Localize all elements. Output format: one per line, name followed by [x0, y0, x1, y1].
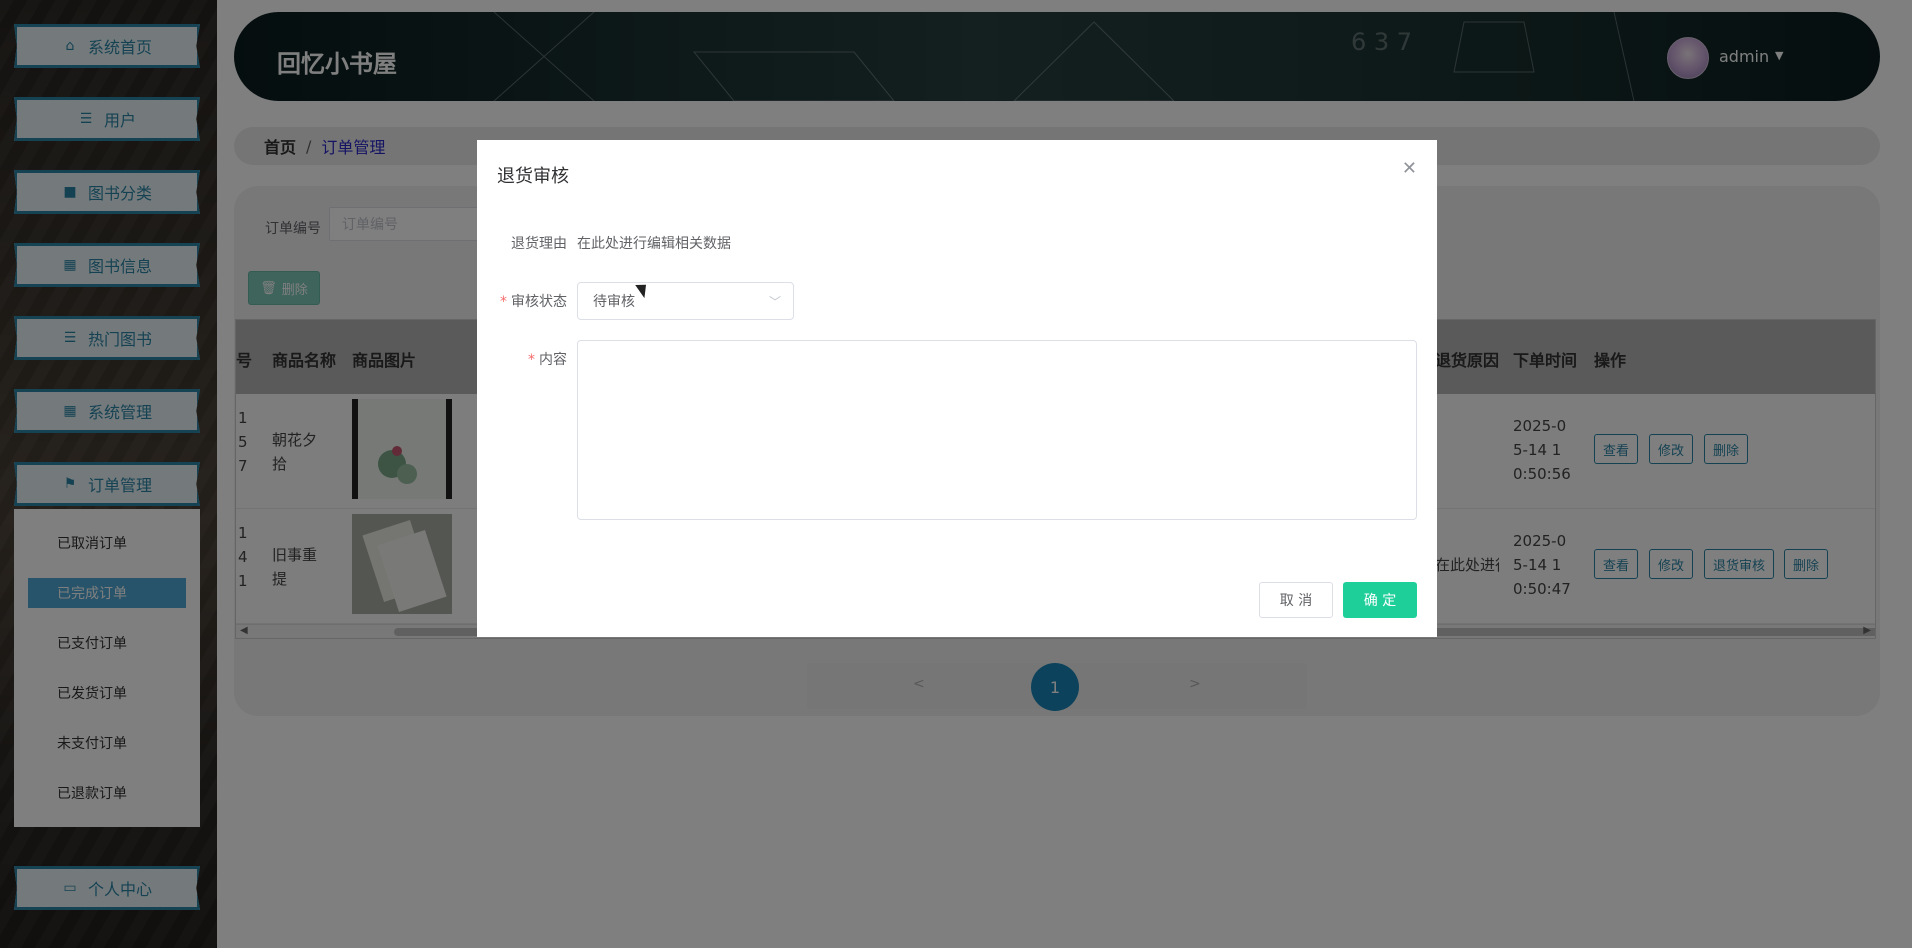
- required-mark: *: [528, 352, 535, 368]
- status-label: * 审核状态: [500, 294, 567, 310]
- dialog-title: 退货审核: [497, 166, 569, 187]
- status-select[interactable]: 待审核 ﹀: [577, 282, 794, 320]
- return-review-dialog: 退货审核 ✕ 退货理由 在此处进行编辑相关数据 * 审核状态 待审核 ﹀ * 内容 …: [477, 140, 1437, 637]
- reason-value: 在此处进行编辑相关数据: [577, 236, 731, 252]
- reason-label: 退货理由: [511, 236, 567, 252]
- status-selected-value: 待审核: [593, 294, 635, 310]
- confirm-button[interactable]: 确 定: [1343, 582, 1417, 618]
- cancel-button[interactable]: 取 消: [1259, 582, 1333, 618]
- close-icon[interactable]: ✕: [1402, 158, 1417, 179]
- content-textarea[interactable]: [577, 340, 1417, 520]
- chevron-down-icon: ﹀: [768, 295, 781, 309]
- content-label: * 内容: [528, 352, 567, 368]
- required-mark: *: [500, 294, 507, 310]
